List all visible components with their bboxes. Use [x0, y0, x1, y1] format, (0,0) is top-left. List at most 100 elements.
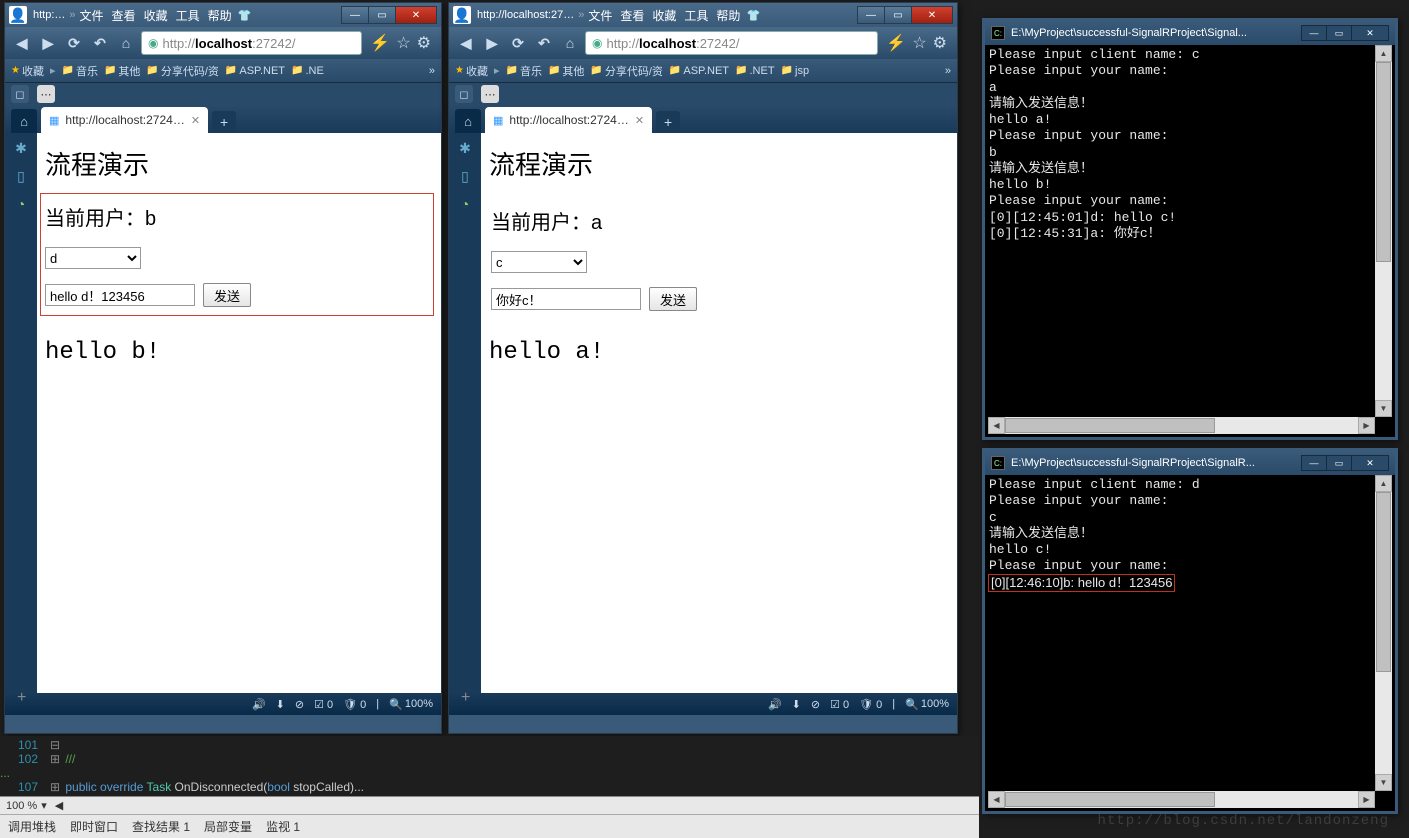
minimize-button[interactable]: — [857, 6, 885, 24]
scroll-up-icon[interactable]: ▲ [1375, 45, 1392, 62]
bookmark-fav[interactable]: ★收藏 [455, 63, 488, 79]
bookmark-item[interactable]: 📁jsp [781, 65, 810, 77]
sidepanel-icon[interactable]: ✱ [12, 139, 30, 157]
shield-status-icon[interactable]: 🛡 0 [343, 698, 366, 711]
flash-icon[interactable]: ⚡ [886, 33, 906, 53]
forward-button[interactable]: ▶ [37, 32, 59, 54]
tab-home[interactable]: ⌂ [11, 109, 37, 133]
reload-button[interactable]: ⟳ [63, 32, 85, 54]
undo-button[interactable]: ↶ [533, 32, 555, 54]
tab-findresults[interactable]: 查找结果 1 [132, 818, 190, 835]
scroll-thumb[interactable] [1005, 418, 1215, 433]
scroll-right-icon[interactable]: ▶ [1358, 791, 1375, 808]
bookmark-item[interactable]: 📁.NET [735, 65, 775, 77]
minimize-button[interactable]: — [341, 6, 369, 24]
minimize-button[interactable]: — [1301, 25, 1327, 41]
tab-immediate[interactable]: 即时窗口 [70, 818, 118, 835]
menu-fav[interactable]: 收藏 [652, 7, 676, 24]
adblock-icon[interactable]: ⊘ [295, 698, 304, 711]
send-button[interactable]: 发送 [649, 287, 697, 311]
scrollbar-vertical[interactable]: ▲ ▼ [1375, 45, 1392, 417]
tasks-icon[interactable]: ☑ 0 [830, 698, 849, 711]
sidepanel-icon[interactable]: ▯ [456, 167, 474, 185]
scroll-left-icon[interactable]: ◀ [55, 799, 63, 812]
tshirt-icon[interactable]: 👕 [746, 9, 760, 22]
shield-status-icon[interactable]: 🛡 0 [859, 698, 882, 711]
scroll-left-icon[interactable]: ◀ [988, 791, 1005, 808]
forward-button[interactable]: ▶ [481, 32, 503, 54]
bookmark-item[interactable]: 📁音乐 [62, 63, 98, 79]
bookmark-item[interactable]: 📁分享代码/资 [590, 63, 663, 79]
tab-watch[interactable]: 监视 1 [266, 818, 300, 835]
scroll-right-icon[interactable]: ▶ [1358, 417, 1375, 434]
chevron-right-icon[interactable]: » [945, 65, 951, 77]
console-titlebar[interactable]: C: E:\MyProject\successful-SignalRProjec… [985, 451, 1395, 475]
star-icon[interactable]: ☆ [912, 33, 926, 53]
zoom-indicator[interactable]: 🔍 100% [389, 698, 433, 711]
sidepanel-icon[interactable]: ▯ [12, 167, 30, 185]
sidepanel-icon[interactable]: ◔ [456, 195, 474, 213]
ext-icon[interactable]: ◻ [455, 85, 473, 103]
new-tab-button[interactable]: + [656, 111, 680, 133]
close-button[interactable]: ✕ [1351, 25, 1389, 41]
ext-icon[interactable]: ◻ [11, 85, 29, 103]
sound-icon[interactable]: 🔊 [252, 698, 266, 711]
download-icon[interactable]: ⬇ [276, 698, 285, 711]
scroll-thumb[interactable] [1376, 62, 1391, 262]
reload-button[interactable]: ⟳ [507, 32, 529, 54]
bookmark-item[interactable]: 📁其他 [104, 63, 140, 79]
menu-help[interactable]: 帮助 [208, 7, 232, 24]
tab-callstack[interactable]: 调用堆栈 [8, 818, 56, 835]
close-button[interactable]: ✕ [1351, 455, 1389, 471]
maximize-button[interactable]: ▭ [1326, 25, 1352, 41]
scroll-down-icon[interactable]: ▼ [1375, 774, 1392, 791]
zoom-dropdown-icon[interactable]: ▾ [41, 799, 47, 812]
sound-icon[interactable]: 🔊 [768, 698, 782, 711]
tasks-icon[interactable]: ☑ 0 [314, 698, 333, 711]
sidepanel-icon[interactable]: ✱ [456, 139, 474, 157]
maximize-button[interactable]: ▭ [1326, 455, 1352, 471]
console-titlebar[interactable]: C: E:\MyProject\successful-SignalRProjec… [985, 21, 1395, 45]
tshirt-icon[interactable]: 👕 [238, 9, 252, 22]
add-plus-icon[interactable]: + [461, 689, 470, 707]
gear-icon[interactable]: ⚙ [933, 33, 947, 53]
home-button[interactable]: ⌂ [559, 32, 581, 54]
bookmark-item[interactable]: 📁其他 [548, 63, 584, 79]
scrollbar-vertical[interactable]: ▲ ▼ [1375, 475, 1392, 791]
menu-file[interactable]: 文件 [588, 7, 612, 24]
bookmark-item[interactable]: 📁.NE [291, 65, 324, 77]
zoom-indicator[interactable]: 🔍 100% [905, 698, 949, 711]
close-button[interactable]: ✕ [395, 6, 437, 24]
scrollbar-horizontal[interactable]: ◀ ▶ [988, 791, 1375, 808]
bookmark-fav[interactable]: ★收藏 [11, 63, 44, 79]
scroll-up-icon[interactable]: ▲ [1375, 475, 1392, 492]
tab-close-icon[interactable]: ✕ [191, 114, 200, 127]
tab-home[interactable]: ⌂ [455, 109, 481, 133]
minimize-button[interactable]: — [1301, 455, 1327, 471]
scroll-thumb[interactable] [1376, 492, 1391, 672]
message-input[interactable] [45, 284, 195, 306]
address-bar[interactable]: ◉ http://localhost:27242/ [141, 31, 362, 55]
code-editor[interactable]: 101⊟ 102⊞ /// ...107⊞ public override Ta… [0, 736, 979, 796]
tab-active[interactable]: ▦ http://localhost:2724… ✕ [41, 107, 208, 133]
back-button[interactable]: ◀ [11, 32, 33, 54]
back-button[interactable]: ◀ [455, 32, 477, 54]
menu-fav[interactable]: 收藏 [144, 7, 168, 24]
scroll-left-icon[interactable]: ◀ [988, 417, 1005, 434]
recipient-select[interactable]: c [491, 251, 587, 273]
scroll-thumb[interactable] [1005, 792, 1215, 807]
message-input[interactable] [491, 288, 641, 310]
add-plus-icon[interactable]: + [17, 689, 26, 707]
download-icon[interactable]: ⬇ [792, 698, 801, 711]
address-bar[interactable]: ◉ http://localhost:27242/ [585, 31, 878, 55]
bookmark-item[interactable]: 📁分享代码/资 [146, 63, 219, 79]
sidepanel-icon[interactable]: ◔ [12, 195, 30, 213]
ext-icon[interactable]: ⋯ [37, 85, 55, 103]
menu-view[interactable]: 查看 [620, 7, 644, 24]
gear-icon[interactable]: ⚙ [417, 33, 431, 53]
home-button[interactable]: ⌂ [115, 32, 137, 54]
recipient-select[interactable]: d [45, 247, 141, 269]
maximize-button[interactable]: ▭ [884, 6, 912, 24]
bookmark-item[interactable]: 📁ASP.NET [669, 65, 729, 77]
tab-locals[interactable]: 局部变量 [204, 818, 252, 835]
